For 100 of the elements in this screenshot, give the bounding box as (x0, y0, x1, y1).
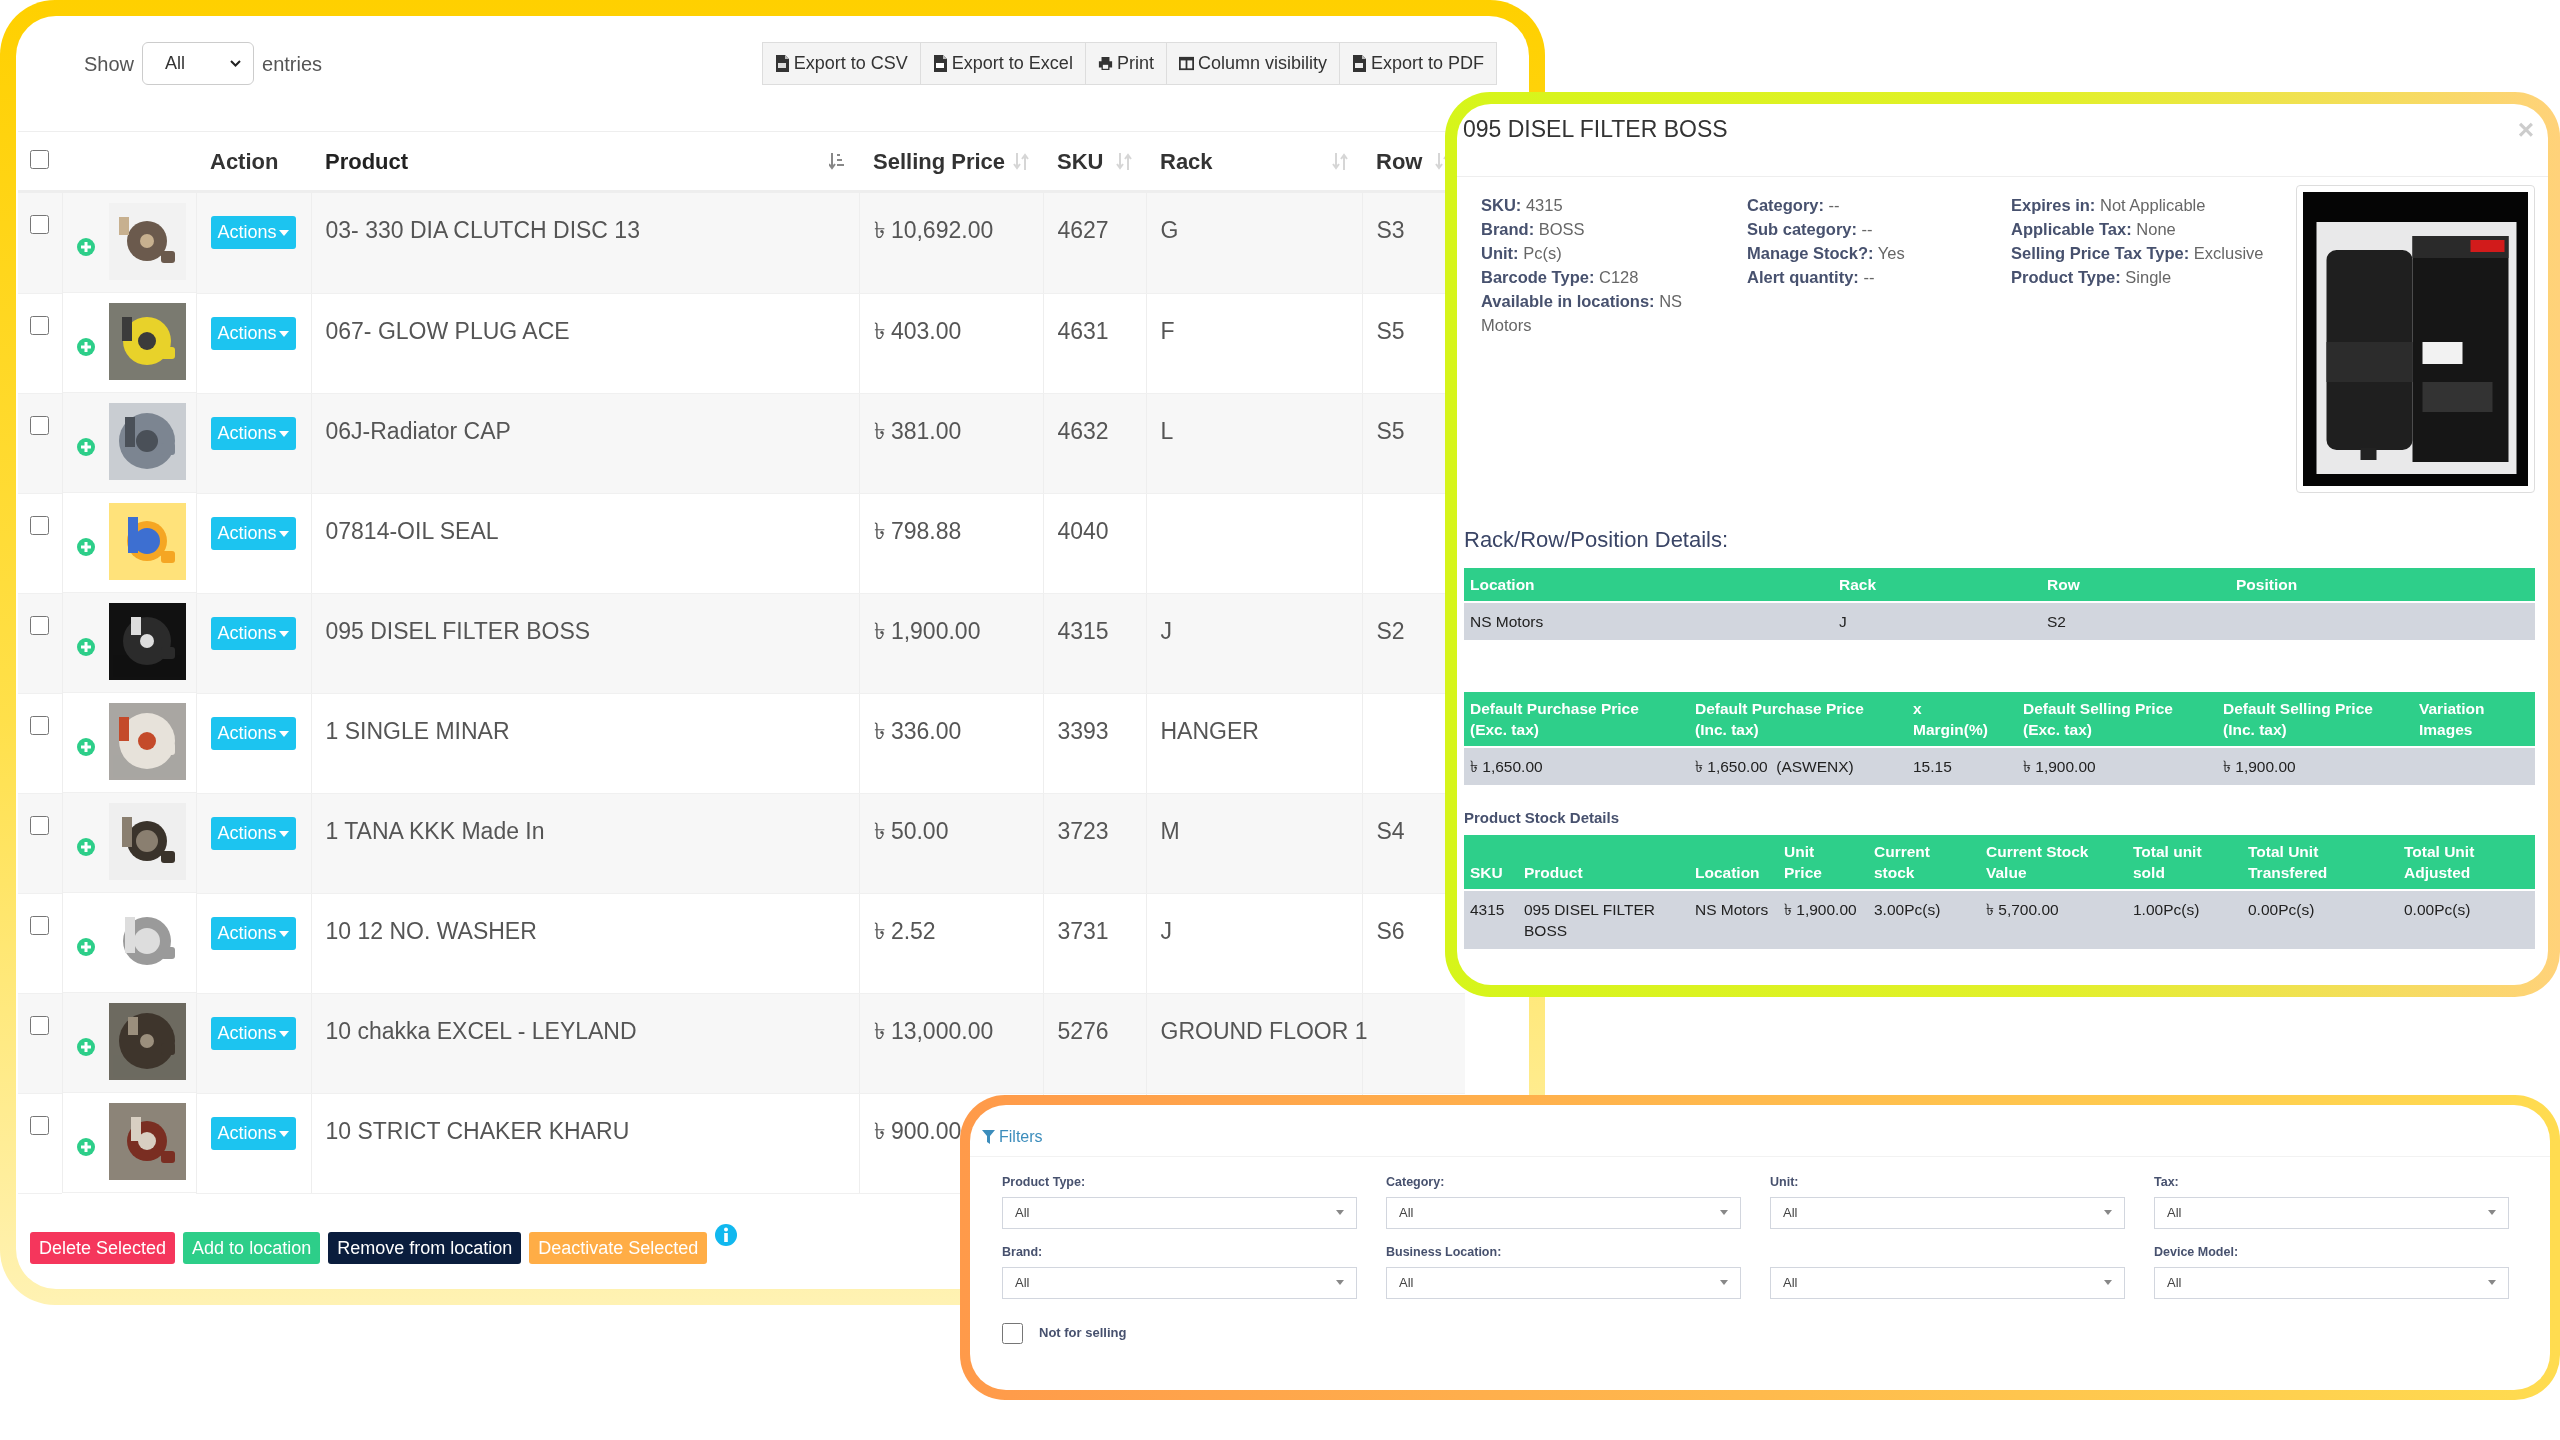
checkbox[interactable] (30, 915, 49, 935)
checkbox[interactable] (30, 415, 49, 435)
add-icon[interactable] (77, 838, 95, 856)
action-button[interactable]: Delete Selected (30, 1231, 176, 1264)
field-label: Category: (1386, 1174, 1446, 1191)
table-cell: G (1160, 217, 1179, 243)
caret-icon (1336, 1210, 1344, 1216)
caret-icon (278, 230, 289, 237)
dropdown[interactable]: All (2154, 1266, 2509, 1299)
caret-icon (2104, 1280, 2112, 1285)
table-cell: J (1833, 602, 2041, 640)
table-cell: S2 (1376, 617, 1405, 644)
column-header[interactable]: Selling Price (873, 144, 1006, 178)
add-icon[interactable] (77, 238, 95, 256)
checkbox[interactable] (30, 149, 49, 169)
sort-icon[interactable] (1116, 151, 1132, 171)
table-cell: ৳ 50.00 (873, 817, 949, 844)
table-cell: ৳ 13,000.00 (873, 1017, 994, 1044)
dropdown[interactable]: All (1770, 1196, 2125, 1229)
sort-icon[interactable] (1332, 151, 1348, 171)
add-icon[interactable] (77, 438, 95, 456)
dropdown[interactable]: All (1002, 1196, 1357, 1229)
checkbox[interactable] (30, 315, 49, 335)
caret-icon (1720, 1280, 1728, 1285)
field-label: Product Type: (1002, 1174, 1087, 1191)
table-cell: ৳ 1,900.00 (873, 617, 981, 644)
column-header[interactable]: Product (325, 144, 409, 178)
table-cell: 4315 (1057, 617, 1109, 644)
table-cell: 03- 330 DIA CLUTCH DISC 13 (325, 217, 640, 243)
column-header: Default Purchase Price (Inc. tax) (1689, 692, 1907, 747)
dropdown[interactable]: All (1386, 1196, 1741, 1229)
dropdown[interactable]: All (2154, 1196, 2509, 1229)
table-cell: NS Motors (1689, 889, 1778, 949)
detail-text: Selling Price Tax Type: Exclusive (2011, 243, 2265, 264)
table-cell: ৳ 5,700.00 (1980, 889, 2127, 949)
info-icon[interactable] (715, 1223, 738, 1246)
sort-icon[interactable] (829, 151, 845, 171)
page-length-select[interactable]: All (142, 42, 255, 85)
export-button[interactable]: Export to CSV (761, 42, 921, 85)
column-header[interactable]: SKU (1057, 144, 1104, 178)
caret-icon (278, 830, 289, 837)
table-cell: 4631 (1057, 317, 1109, 344)
table-cell: ৳ 798.88 (873, 517, 962, 544)
checkbox[interactable] (30, 215, 49, 234)
action-button[interactable]: Remove from location (328, 1231, 522, 1264)
field-label: Brand: (1002, 1243, 1044, 1261)
sort-icon[interactable] (1013, 151, 1029, 171)
detail-text: Available in locations: NS Motors (1481, 291, 1684, 336)
checkbox[interactable] (30, 515, 49, 535)
table-cell: NS Motors (1464, 602, 1833, 640)
table-cell: 1.00Pc(s) (2127, 889, 2242, 949)
export-button[interactable]: Export to Excel (919, 42, 1086, 85)
add-icon[interactable] (77, 1138, 95, 1156)
table-cell: 4315 (1464, 889, 1518, 949)
column-header: Product (1518, 834, 1689, 890)
dropdown[interactable]: All (1386, 1266, 1741, 1299)
column-header[interactable]: Rack (1160, 144, 1213, 178)
caret-icon (278, 1030, 289, 1037)
columns-icon (1178, 55, 1194, 72)
file-icon (932, 55, 948, 72)
table-cell: 10 STRICT CHAKER KHARU (325, 1117, 630, 1144)
export-button[interactable]: Print (1084, 42, 1167, 85)
table-cell: J (1160, 917, 1172, 944)
column-header: Default Selling Price (Exc. tax) (2017, 692, 2217, 747)
add-icon[interactable] (77, 938, 95, 956)
section-heading: Product Stock Details (1464, 808, 1621, 828)
detail-text: Sub category: -- (1747, 219, 1874, 240)
dropdown[interactable]: All (1770, 1266, 2125, 1299)
checkbox[interactable] (1002, 1322, 1023, 1344)
table-cell: 1 TANA KKK Made In (325, 817, 545, 844)
column-header: Default Selling Price (Inc. tax) (2217, 692, 2413, 747)
detail-text: Applicable Tax: None (2011, 219, 2177, 240)
caret-icon (1336, 1280, 1344, 1285)
field-label: Business Location: (1386, 1243, 1503, 1261)
export-button[interactable]: Export to PDF (1338, 42, 1497, 85)
column-header: Total Unit Adjusted (2398, 834, 2535, 890)
field-label: Unit: (1770, 1174, 1800, 1191)
table-cell: 3.00Pc(s) (1868, 889, 1980, 949)
detail-text: Expires in: Not Applicable (2011, 195, 2207, 216)
checkbox[interactable] (30, 615, 49, 635)
table-cell: 06J-Radiator CAP (325, 417, 511, 444)
export-button[interactable]: Column visibility (1165, 42, 1340, 85)
add-icon[interactable] (77, 638, 95, 656)
add-icon[interactable] (77, 538, 95, 556)
checkbox[interactable] (30, 715, 49, 735)
dropdown[interactable]: All (1002, 1266, 1357, 1299)
add-icon[interactable] (77, 738, 95, 756)
table-cell: F (1160, 317, 1175, 344)
filters-toggle[interactable]: Filters (982, 1117, 1043, 1156)
add-icon[interactable] (77, 1038, 95, 1056)
entries-label: entries (262, 51, 323, 77)
table-cell: 0.00Pc(s) (2398, 889, 2535, 949)
table-cell: 067- GLOW PLUG ACE (325, 317, 570, 344)
add-icon[interactable] (77, 338, 95, 356)
checkbox[interactable] (30, 1115, 49, 1135)
checkbox[interactable] (30, 815, 49, 835)
checkbox[interactable] (30, 1015, 49, 1035)
column-header[interactable]: Row (1376, 144, 1423, 178)
column-header: Position (2230, 568, 2535, 602)
table-cell: 095 DISEL FILTER BOSS (1518, 889, 1689, 949)
